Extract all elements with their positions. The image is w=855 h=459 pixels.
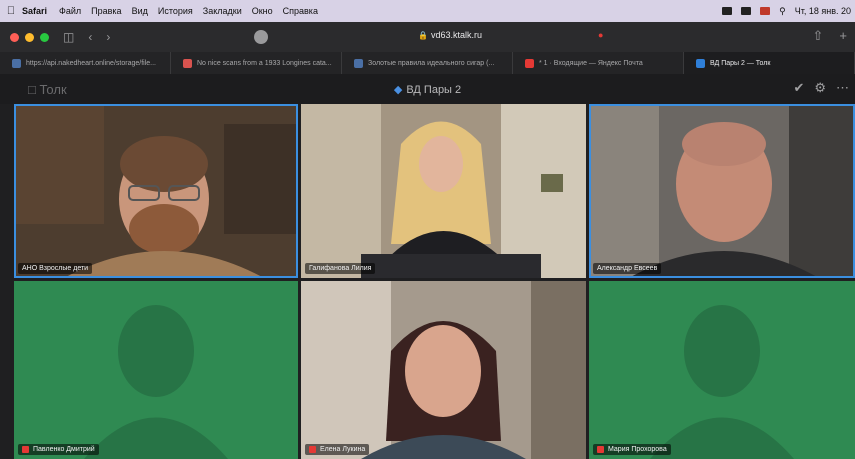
participant-name: Елена Лукина: [320, 446, 366, 453]
tab-label: https://api.nakedheart.online/storage/fi…: [26, 59, 156, 67]
header-actions: ✔ ⚙ ⋯: [793, 80, 849, 96]
mail-favicon-icon: [525, 58, 534, 68]
sidebar-icon[interactable]: ◫: [63, 30, 74, 44]
muted-mic-icon: [22, 446, 29, 453]
participant-video: [14, 104, 298, 278]
video-tile[interactable]: Александр Евсеев: [589, 104, 855, 278]
avatar-placeholder-icon: [589, 281, 855, 459]
participant-name-tag: Галифанова Лилия: [305, 263, 376, 274]
tab-4[interactable]: * 1 · Входящие — Яндекс Почта: [513, 52, 684, 74]
participant-name: Александр Евсеев: [597, 265, 658, 272]
room-pin-icon: ◆: [393, 84, 403, 96]
lock-icon: 🔒: [418, 31, 428, 40]
menu-window[interactable]: Окно: [252, 6, 273, 16]
settings-gear-icon[interactable]: ⚙: [814, 80, 826, 96]
participant-name-tag: Елена Лукина: [305, 444, 370, 455]
menubar-clock[interactable]: Чт, 18 янв. 20: [795, 6, 851, 16]
check-shield-icon[interactable]: ✔: [793, 80, 804, 96]
tab-3[interactable]: Золотые правила идеального сигар (...: [342, 52, 513, 74]
menu-edit[interactable]: Правка: [91, 6, 121, 16]
close-window-button[interactable]: [10, 32, 19, 42]
room-title: ◆ ВД Пары 2: [0, 83, 855, 96]
zoom-window-button[interactable]: [40, 32, 49, 42]
participant-name-tag: Александр Евсеев: [593, 263, 662, 274]
favicon-icon: [696, 58, 705, 68]
more-icon[interactable]: ⋯: [836, 80, 849, 96]
video-tile[interactable]: Павленко Дмитрий: [14, 281, 298, 459]
battery-status-icon[interactable]: [741, 7, 752, 15]
participant-video: [301, 281, 586, 459]
menu-view[interactable]: Вид: [132, 6, 148, 16]
room-title-text: ВД Пары 2: [406, 84, 462, 96]
tab-5-active[interactable]: ВД Пары 2 — Толк: [684, 52, 855, 74]
favicon-icon: [354, 58, 363, 68]
menu-history[interactable]: История: [158, 6, 193, 16]
participant-video: [301, 104, 586, 278]
search-status-icon[interactable]: ⚲: [779, 6, 786, 17]
tab-1[interactable]: https://api.nakedheart.online/storage/fi…: [0, 52, 171, 74]
tab-label: * 1 · Входящие — Яндекс Почта: [539, 59, 643, 67]
menu-file[interactable]: Файл: [59, 6, 81, 16]
tab-bar: https://api.nakedheart.online/storage/fi…: [0, 52, 855, 74]
address-bar[interactable]: 🔒 vd63.ktalk.ru: [390, 30, 510, 44]
video-tile[interactable]: АНО Взрослые дети: [14, 104, 298, 278]
record-status-icon[interactable]: [760, 7, 771, 15]
menu-app-name[interactable]: Safari: [22, 6, 47, 16]
participant-name: Мария Прохорова: [608, 446, 667, 453]
favicon-icon: [183, 58, 192, 68]
share-icon[interactable]: ⇧: [813, 28, 824, 44]
tab-2[interactable]: No nice scans from a 1933 Longines cata.…: [171, 52, 342, 74]
url-text: vd63.ktalk.ru: [430, 30, 482, 40]
menu-help[interactable]: Справка: [283, 6, 318, 16]
tab-label: No nice scans from a 1933 Longines cata.…: [197, 59, 332, 67]
camera-status-icon[interactable]: [722, 7, 733, 15]
participant-name-tag: АНО Взрослые дети: [18, 263, 93, 274]
participant-video: [589, 104, 855, 278]
minimize-window-button[interactable]: [25, 32, 34, 42]
participant-name: АНО Взрослые дети: [22, 265, 89, 272]
participant-name-tag: Мария Прохорова: [593, 444, 671, 455]
back-icon[interactable]: ‹: [88, 30, 92, 44]
app-header: □ Толк ◆ ВД Пары 2 ✔ ⚙ ⋯: [0, 74, 855, 104]
avatar-placeholder-icon: [14, 281, 298, 459]
privacy-shield-icon[interactable]: [254, 30, 268, 44]
status-icons: ⚲ Чт, 18 янв. 20: [722, 0, 851, 22]
participant-name-tag: Павленко Дмитрий: [18, 444, 99, 455]
forward-icon[interactable]: ›: [106, 30, 110, 44]
menu-bookmarks[interactable]: Закладки: [203, 6, 242, 16]
participant-name: Павленко Дмитрий: [33, 446, 95, 453]
video-tile[interactable]: Мария Прохорова: [589, 281, 855, 459]
macos-menu-bar:  Safari Файл Правка Вид История Закладк…: [0, 0, 855, 22]
favicon-icon: [12, 58, 21, 68]
participant-name: Галифанова Лилия: [309, 265, 372, 272]
tab-label: ВД Пары 2 — Толк: [710, 59, 771, 67]
video-grid: АНО Взрослые дети Галифанова Лилия Алекс…: [14, 104, 855, 459]
recording-indicator-icon: ●: [598, 30, 604, 40]
muted-mic-icon: [597, 446, 604, 453]
apple-icon[interactable]: : [0, 5, 22, 17]
tab-label: Золотые правила идеального сигар (...: [368, 59, 495, 67]
muted-mic-icon: [309, 446, 316, 453]
video-tile[interactable]: Галифанова Лилия: [301, 104, 586, 278]
toolbar-right-actions: ⇧ +: [813, 28, 848, 44]
video-tile[interactable]: Елена Лукина: [301, 281, 586, 459]
new-tab-icon[interactable]: +: [839, 28, 847, 44]
